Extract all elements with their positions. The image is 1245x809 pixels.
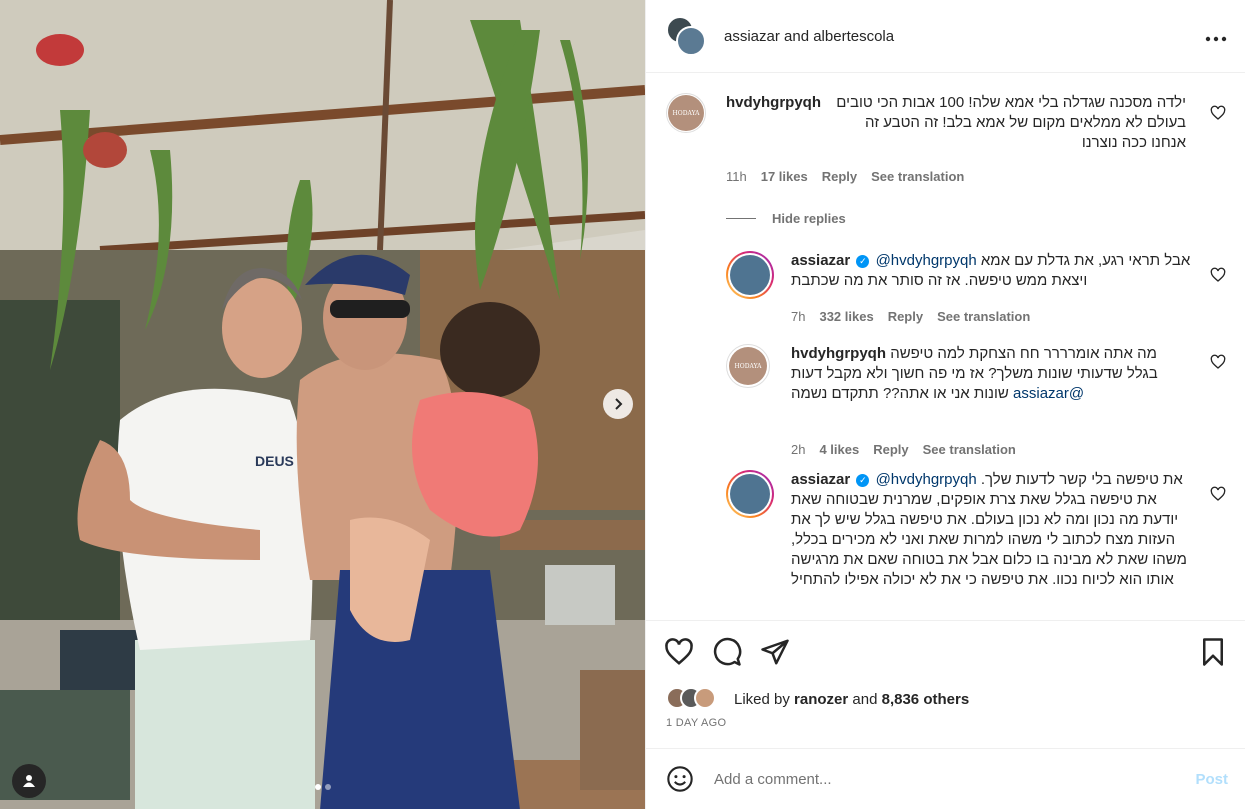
- verified-icon: ✓: [856, 254, 870, 268]
- reply-comment: assiazar ✓ @hvdyhgrpyqh אבל תראי רגע, את…: [726, 251, 1226, 331]
- comment-body: assiazar ✓ @hvdyhgrpyqh את טיפשה בלי קשר…: [791, 470, 1191, 590]
- user-tag-icon: [23, 775, 35, 787]
- avatar: [694, 687, 716, 709]
- carousel-indicator: [0, 784, 645, 790]
- post-header: assiazar and albertescola: [646, 0, 1245, 73]
- comment-meta: 11h 17 likes Reply See translation: [726, 169, 964, 184]
- carousel-dot: [314, 784, 321, 790]
- comments-list[interactable]: HODAYA hvdyhgrpyqh ילדה מסכנה שגדלה בלי …: [646, 74, 1245, 620]
- comment-mention[interactable]: @hvdyhgrpyqh: [876, 252, 977, 269]
- divider: [726, 218, 756, 219]
- post-comment-button[interactable]: Post: [1195, 771, 1228, 788]
- likes-summary: Liked by ranozer and 8,836 others: [666, 687, 969, 711]
- comment-likes[interactable]: 17 likes: [761, 169, 808, 184]
- comment-mention[interactable]: assiazar@: [1013, 385, 1084, 402]
- more-options-button[interactable]: [1205, 25, 1227, 48]
- avatar[interactable]: [676, 26, 706, 56]
- photo-scene: DEUS: [0, 0, 645, 809]
- reply-button[interactable]: Reply: [888, 309, 923, 324]
- comment: HODAYA hvdyhgrpyqh ילדה מסכנה שגדלה בלי …: [666, 93, 1226, 203]
- collab-avatars[interactable]: [666, 16, 706, 56]
- comment-username[interactable]: assiazar: [791, 471, 850, 488]
- reply-comment: assiazar ✓ @hvdyhgrpyqh את טיפשה בלי קשר…: [726, 470, 1226, 620]
- likes-count[interactable]: 8,836 others: [882, 691, 970, 708]
- see-translation-button[interactable]: See translation: [871, 169, 964, 184]
- post-actions: [646, 620, 1245, 682]
- comment-likes[interactable]: 4 likes: [819, 442, 859, 457]
- heart-icon[interactable]: [664, 637, 694, 667]
- comment-username[interactable]: hvdyhgrpyqh: [791, 345, 886, 362]
- comment-body: hvdyhgrpyqh מה אתה אומרררר חח הצחקת למה …: [791, 344, 1191, 404]
- send-icon[interactable]: [760, 637, 790, 667]
- comment-time[interactable]: 7h: [791, 309, 805, 324]
- more-horizontal-icon: [1205, 36, 1227, 41]
- bookmark-icon[interactable]: [1198, 637, 1228, 667]
- reply-button[interactable]: Reply: [822, 169, 857, 184]
- comment-text: את טיפשה בלי קשר לדעות שלך. את טיפשה בגל…: [791, 471, 1187, 588]
- post-timestamp[interactable]: 1 DAY AGO: [666, 717, 726, 729]
- comment-meta: 7h 332 likes Reply See translation: [791, 309, 1030, 324]
- next-photo-button[interactable]: [603, 389, 633, 419]
- comment-body: assiazar ✓ @hvdyhgrpyqh אבל תראי רגע, את…: [791, 251, 1191, 291]
- comment-likes[interactable]: 332 likes: [819, 309, 873, 324]
- avatar-logo-text: HODAYA: [729, 347, 767, 385]
- carousel-dot: [324, 784, 331, 790]
- post-photo[interactable]: DEUS: [0, 0, 645, 809]
- see-translation-button[interactable]: See translation: [937, 309, 1030, 324]
- comment-body: hvdyhgrpyqh ילדה מסכנה שגדלה בלי אמא שלה…: [726, 93, 1186, 153]
- heart-icon[interactable]: [1210, 354, 1226, 370]
- verified-icon: ✓: [856, 473, 870, 487]
- avatar[interactable]: [726, 470, 774, 518]
- avatar-logo-text: HODAYA: [668, 95, 704, 131]
- instagram-post-dialog: DEUS assiazar and albertescola HODAYA hv…: [0, 0, 1245, 809]
- comment-icon[interactable]: [712, 637, 742, 667]
- comment-username[interactable]: assiazar: [791, 252, 850, 269]
- reply-button[interactable]: Reply: [873, 442, 908, 457]
- comment-input[interactable]: [714, 770, 1196, 788]
- emoji-icon[interactable]: [666, 765, 694, 793]
- heart-icon[interactable]: [1210, 105, 1226, 121]
- heart-icon[interactable]: [1210, 267, 1226, 283]
- see-translation-button[interactable]: See translation: [923, 442, 1016, 457]
- post-authors[interactable]: assiazar and albertescola: [724, 28, 1205, 45]
- liked-by-label: Liked by: [734, 690, 790, 708]
- post-sidebar: assiazar and albertescola HODAYA hvdyhgr…: [645, 0, 1245, 809]
- shirt-print: DEUS: [255, 453, 294, 469]
- comment-username[interactable]: hvdyhgrpyqh: [726, 93, 821, 153]
- liked-by-user[interactable]: ranozer: [794, 691, 848, 708]
- add-comment-bar: Post: [646, 748, 1245, 809]
- liker-avatars[interactable]: [666, 687, 726, 711]
- comment-time[interactable]: 2h: [791, 442, 805, 457]
- comment-text: אבל תראי רגע, את גדלת עם אמא ויצאת ממש ט…: [791, 252, 1191, 289]
- hide-replies-label: Hide replies: [772, 211, 846, 226]
- hide-replies-button[interactable]: Hide replies: [726, 211, 846, 226]
- reply-comment: HODAYA hvdyhgrpyqh מה אתה אומרררר חח הצח…: [726, 344, 1226, 464]
- avatar[interactable]: HODAYA: [666, 93, 706, 133]
- tagged-users-button[interactable]: [12, 764, 46, 798]
- avatar[interactable]: [726, 251, 774, 299]
- liked-by-and: and: [852, 690, 878, 708]
- heart-icon[interactable]: [1210, 486, 1226, 502]
- chevron-right-icon: [615, 398, 623, 410]
- avatar[interactable]: HODAYA: [726, 344, 770, 388]
- comment-text: ילדה מסכנה שגדלה בלי אמא שלה! 100 אבות ה…: [836, 94, 1186, 151]
- comment-mention[interactable]: @hvdyhgrpyqh: [876, 471, 977, 488]
- comment-time[interactable]: 11h: [726, 169, 747, 184]
- comment-meta: 2h 4 likes Reply See translation: [791, 442, 1016, 457]
